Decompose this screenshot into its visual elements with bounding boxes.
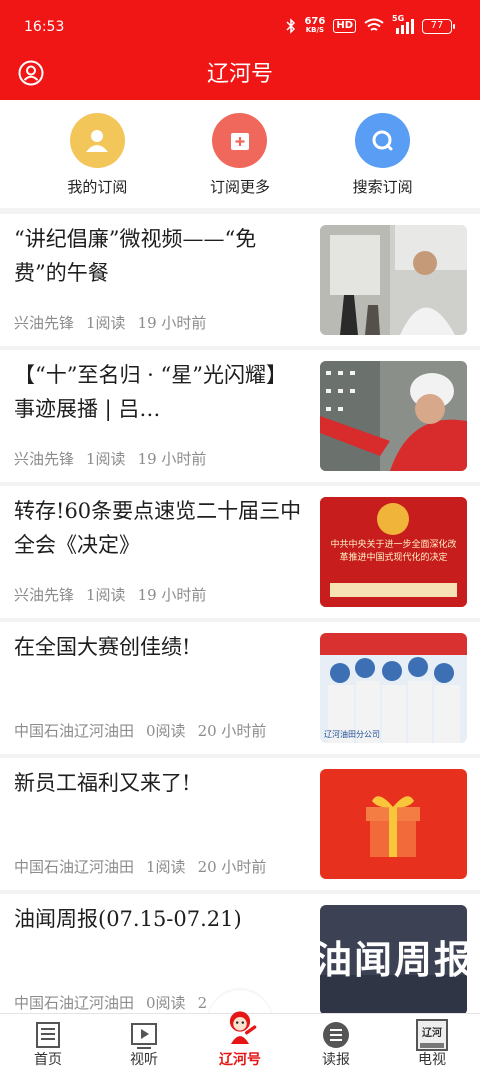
subscription-label: 订阅更多	[209, 178, 270, 196]
subscription-label: 我的订阅	[67, 178, 128, 196]
article-time: 2	[197, 994, 208, 1012]
list-item[interactable]: 【“十”至名归 · “星”光闪耀】事迹展播 | 吕… 兴油先锋 1阅读 19 小时前	[0, 350, 480, 482]
article-reads: 0阅读	[146, 722, 186, 740]
list-item[interactable]: 在全国大赛创佳绩! 中国石油辽河油田 0阅读 20 小时前 辽河油田分公司	[0, 622, 480, 754]
tab-home[interactable]: 首页	[8, 1014, 88, 1073]
top-bar: 16:53 676 KB/S HD 5G 77 辽河号	[0, 0, 480, 100]
tv-icon: 辽河	[416, 1019, 448, 1051]
signal-icon: 5G	[392, 14, 414, 34]
subscription-label: 搜索订阅	[352, 178, 413, 196]
article-title: 在全国大赛创佳绩!	[14, 635, 191, 659]
tab-audio-video[interactable]: 视听	[104, 1014, 184, 1073]
thumbnail-caption: 油闻周报	[320, 938, 467, 982]
tab-tv[interactable]: 辽河 电视	[392, 1014, 472, 1073]
status-bar: 16:53 676 KB/S HD 5G 77	[0, 0, 480, 52]
article-meta: 兴油先锋 1阅读 19 小时前	[14, 312, 218, 333]
article-time: 19 小时前	[137, 586, 207, 604]
tab-label: 首页	[34, 1052, 62, 1068]
article-source: 兴油先锋	[14, 450, 75, 468]
article-meta: 中国石油辽河油田 0阅读 20 小时前	[14, 720, 278, 741]
article-thumbnail: 中共中央关于进一步全面深化改革推进中国式现代化的决定	[320, 497, 467, 607]
tab-read-paper[interactable]: 读报	[296, 1014, 376, 1073]
article-meta: 中国石油辽河油田 0阅读 2	[14, 992, 219, 1013]
article-source: 兴油先锋	[14, 314, 75, 332]
article-time: 20 小时前	[197, 858, 267, 876]
article-thumbnail	[320, 361, 467, 471]
tab-label: 电视	[418, 1052, 446, 1068]
thumbnail-caption: 中共中央关于进一步全面深化改革推进中国式现代化的决定	[330, 540, 457, 563]
gift-icon	[320, 769, 467, 879]
battery-icon: 77	[422, 18, 455, 34]
article-reads: 1阅读	[86, 314, 126, 332]
wifi-icon	[364, 18, 384, 31]
list-icon	[323, 1022, 349, 1048]
thumbnail-caption: 辽河油田分公司	[324, 730, 380, 739]
list-item[interactable]: 新员工福利又来了! 中国石油辽河油田 1阅读 20 小时前	[0, 758, 480, 890]
hd-badge: HD	[333, 19, 356, 33]
list-item[interactable]: “讲纪倡廉”微视频——“免费”的午餐 兴油先锋 1阅读 19 小时前	[0, 214, 480, 346]
status-time: 16:53	[24, 19, 65, 35]
article-reads: 0阅读	[146, 994, 186, 1012]
article-thumbnail	[320, 225, 467, 335]
article-reads: 1阅读	[86, 586, 126, 604]
article-thumbnail: 辽河油田分公司	[320, 633, 467, 743]
person-icon	[69, 113, 125, 168]
article-title: 新员工福利又来了!	[14, 771, 191, 795]
article-source: 兴油先锋	[14, 586, 75, 604]
tab-liaohe-hao[interactable]: 辽河号	[200, 1011, 280, 1073]
article-source: 中国石油辽河油田	[14, 858, 135, 876]
article-time: 19 小时前	[137, 450, 207, 468]
article-meta: 兴油先锋 1阅读 19 小时前	[14, 448, 218, 469]
bottom-navigation: 首页 视听 辽河号 读报 辽河 电视	[0, 1011, 480, 1073]
add-box-icon	[212, 113, 268, 168]
article-thumbnail: 油闻周报	[320, 905, 467, 1015]
bluetooth-icon	[286, 18, 296, 34]
tv-badge: 辽河	[422, 1028, 442, 1039]
article-reads: 1阅读	[146, 858, 186, 876]
tab-label: 读报	[322, 1052, 350, 1068]
article-source: 中国石油辽河油田	[14, 994, 135, 1012]
my-subscriptions-button[interactable]: 我的订阅	[37, 100, 157, 208]
subscribe-more-button[interactable]: 订阅更多	[180, 100, 300, 208]
article-title: 【“十”至名归 · “星”光闪耀】事迹展播 | 吕…	[14, 363, 287, 421]
search-subscriptions-button[interactable]: 搜索订阅	[323, 100, 443, 208]
net-speed: 676 KB/S	[304, 16, 326, 35]
tab-label: 辽河号	[219, 1052, 261, 1068]
article-time: 19 小时前	[137, 314, 207, 332]
article-title: 转存!60条要点速览二十届三中全会《决定》	[14, 499, 302, 557]
mascot-icon	[229, 1011, 257, 1044]
article-time: 20 小时前	[197, 722, 267, 740]
status-icons: 676 KB/S HD 5G 77	[286, 14, 455, 35]
article-meta: 兴油先锋 1阅读 19 小时前	[14, 584, 218, 605]
newspaper-icon	[36, 1022, 60, 1048]
subscription-shortcuts: 我的订阅 订阅更多 搜索订阅	[0, 100, 480, 208]
article-title: “讲纪倡廉”微视频——“免费”的午餐	[14, 227, 257, 285]
article-source: 中国石油辽河油田	[14, 722, 135, 740]
video-play-icon	[131, 1023, 157, 1049]
page-title: 辽河号	[206, 62, 273, 87]
article-title: 油闻周报(07.15-07.21)	[14, 907, 242, 931]
list-item[interactable]: 转存!60条要点速览二十届三中全会《决定》 兴油先锋 1阅读 19 小时前 中共中央…	[0, 486, 480, 618]
article-meta: 中国石油辽河油田 1阅读 20 小时前	[14, 856, 278, 877]
article-reads: 1阅读	[86, 450, 126, 468]
tab-label: 视听	[130, 1052, 158, 1068]
search-icon	[355, 113, 411, 168]
